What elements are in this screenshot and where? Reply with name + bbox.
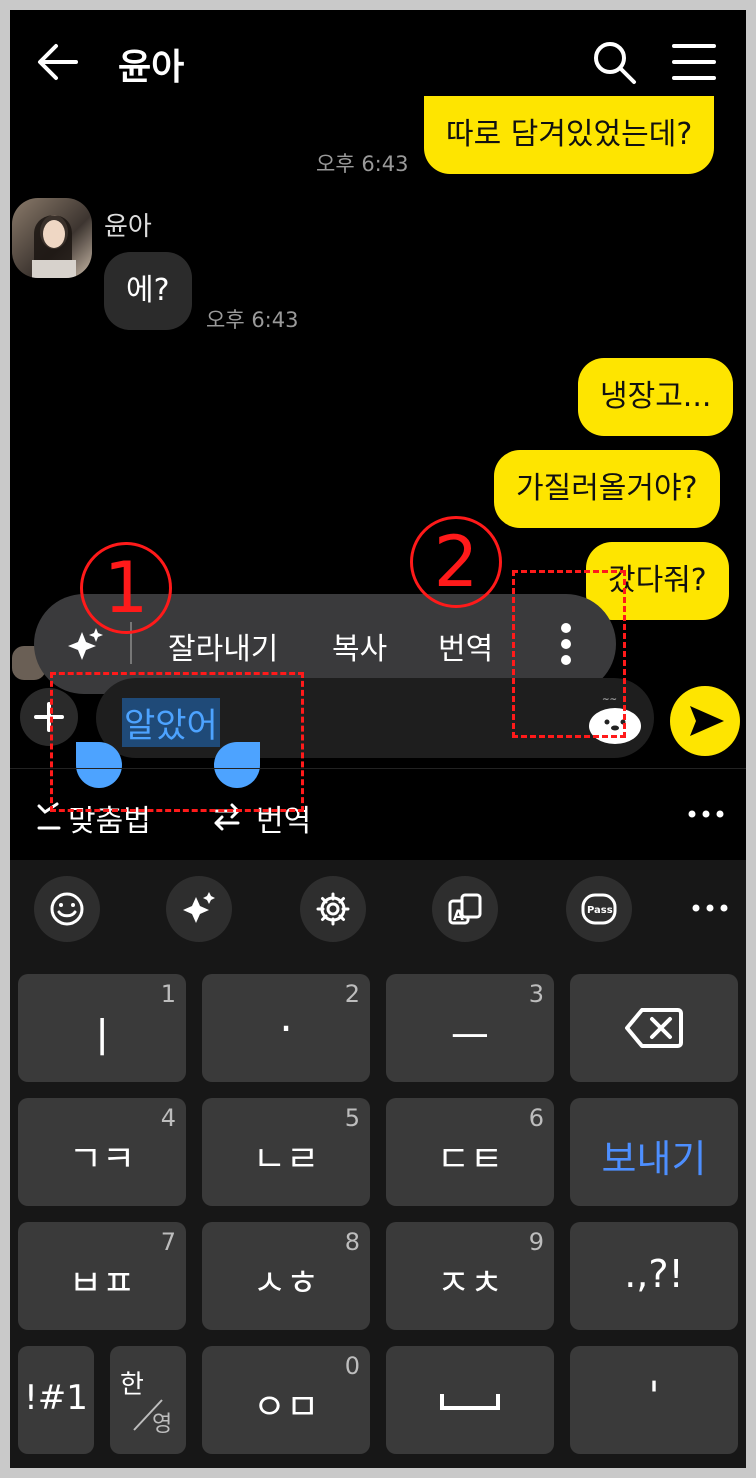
translate-icon: A — [448, 893, 482, 925]
key-label: ㅂㅍ — [68, 1263, 136, 1304]
key-8[interactable]: 8 ㅅㅎ — [202, 1222, 370, 1330]
key-label: ㅣ — [82, 1013, 122, 1062]
key-label: 보내기 — [601, 1137, 707, 1181]
key-number: 9 — [528, 1228, 544, 1256]
language-switch-key[interactable]: 한 영 — [110, 1346, 186, 1454]
menu-item-translate[interactable]: 번역 — [438, 624, 493, 668]
smiley-icon — [50, 892, 84, 926]
annotation-box-2 — [512, 570, 626, 738]
annotation-number-1: 1 — [80, 542, 172, 634]
sender-name: 윤아 — [104, 212, 152, 242]
send-button[interactable] — [670, 686, 740, 756]
slash-divider — [133, 1399, 163, 1431]
ai-tools-button[interactable] — [166, 876, 232, 942]
key-number: 8 — [344, 1228, 360, 1256]
key-9[interactable]: 9 ㅈㅊ — [386, 1222, 554, 1330]
key-6[interactable]: 6 ㄷㅌ — [386, 1098, 554, 1206]
svg-text:Pass: Pass — [587, 905, 613, 916]
settings-button[interactable] — [300, 876, 366, 942]
avatar-photo — [32, 215, 76, 278]
key-number: 5 — [344, 1104, 360, 1132]
message-time: 오후 6:43 — [206, 308, 299, 332]
key-label: ㄴㄹ — [252, 1139, 320, 1180]
menu-item-copy[interactable]: 복사 — [332, 624, 387, 668]
key-7[interactable]: 7 ㅂㅍ — [18, 1222, 186, 1330]
key-label: ㅅㅎ — [252, 1263, 320, 1304]
key-number: 6 — [528, 1104, 544, 1132]
message-bubble-received[interactable]: 에? — [104, 252, 192, 330]
message-bubble-sent[interactable]: 가질러올거야? — [494, 450, 720, 528]
key-2[interactable]: 2 · — [202, 974, 370, 1082]
toolbar-more-button[interactable] — [690, 898, 730, 918]
ai-sparkle-button[interactable] — [64, 626, 104, 666]
key-label: .,?! — [624, 1252, 684, 1296]
key-3[interactable]: 3 ㅡ — [386, 974, 554, 1082]
space-icon — [440, 1394, 500, 1410]
sparkle-icon — [68, 628, 103, 660]
key-0[interactable]: 0 ㅇㅁ — [202, 1346, 370, 1454]
message-bubble-sent[interactable]: 따로 담겨있었는데? — [424, 96, 715, 174]
message-bubble-sent[interactable]: 냉장고... — [578, 358, 734, 436]
key-5[interactable]: 5 ㄴㄹ — [202, 1098, 370, 1206]
lang-english-label: 영 — [152, 1412, 173, 1437]
emoji-button[interactable] — [34, 876, 100, 942]
chat-screen: 윤아 오후 6:43 따로 담겨있었는데? 윤아 에? 오후 6:43 냉장고.… — [10, 10, 746, 1468]
key-number: 7 — [160, 1228, 176, 1256]
key-label: · — [279, 1004, 293, 1053]
keyboard-toolbar — [10, 860, 746, 952]
annotation-number-2: 2 — [410, 516, 502, 608]
key-label: !#1 — [24, 1378, 88, 1418]
menu-item-cut[interactable]: 잘라내기 — [168, 624, 278, 668]
menu-button[interactable] — [670, 38, 718, 86]
hamburger-icon — [672, 44, 716, 80]
key-label: ' — [648, 1374, 660, 1420]
suggest-more-button[interactable] — [686, 804, 726, 824]
key-label: ㄷㅌ — [436, 1139, 504, 1180]
space-key[interactable] — [386, 1346, 554, 1454]
apostrophe-key[interactable]: ' — [570, 1346, 738, 1454]
send-key[interactable]: 보내기 — [570, 1098, 738, 1206]
backspace-icon — [625, 1008, 683, 1048]
translate-tool-button[interactable]: A — [432, 876, 498, 942]
annotation-box-1 — [50, 672, 304, 812]
page-title: 윤아 — [118, 47, 185, 88]
search-icon — [594, 42, 636, 84]
key-label: ㄱㅋ — [68, 1139, 136, 1180]
more-horizontal-icon — [692, 904, 728, 912]
key-number: 0 — [344, 1352, 360, 1380]
samsung-pass-button[interactable]: Pass — [566, 876, 632, 942]
pass-icon: Pass — [581, 893, 617, 925]
keyboard: 1 ㅣ 2 · 3 ㅡ 4 ㄱㅋ 5 ㄴㄹ 6 ㄷㅌ 보내기 7 ㅂㅍ 8 ㅅㅎ… — [10, 950, 746, 1468]
gear-icon — [316, 892, 350, 926]
key-1[interactable]: 1 ㅣ — [18, 974, 186, 1082]
more-horizontal-icon — [688, 810, 724, 818]
key-number: 4 — [160, 1104, 176, 1132]
symbols-key[interactable]: !#1 — [18, 1346, 94, 1454]
key-label: ㅈㅊ — [436, 1263, 504, 1304]
back-button[interactable] — [32, 36, 84, 88]
key-label: ㅇㅁ — [252, 1387, 320, 1428]
send-arrow-icon — [690, 706, 724, 736]
key-label: ㅡ — [450, 1013, 490, 1062]
backspace-key[interactable] — [570, 974, 738, 1082]
key-4[interactable]: 4 ㄱㅋ — [18, 1098, 186, 1206]
back-arrow-icon — [38, 44, 78, 80]
punctuation-key[interactable]: .,?! — [570, 1222, 738, 1330]
message-time: 오후 6:43 — [316, 152, 409, 176]
search-button[interactable] — [588, 36, 640, 88]
sparkle-icon — [183, 892, 215, 923]
avatar[interactable] — [12, 198, 92, 278]
svg-text:A: A — [453, 908, 464, 924]
